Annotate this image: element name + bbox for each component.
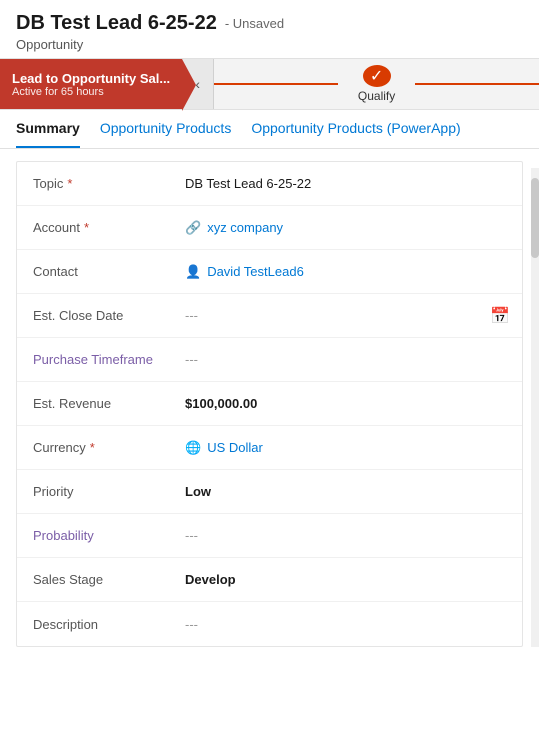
- account-label: Account*: [17, 216, 177, 239]
- table-row: Topic* DB Test Lead 6-25-22: [17, 162, 522, 206]
- topic-label: Topic*: [17, 172, 177, 195]
- topic-value[interactable]: DB Test Lead 6-25-22: [177, 172, 522, 195]
- process-bar: Lead to Opportunity Sal... Active for 65…: [0, 58, 539, 110]
- table-row: Est. Close Date --- 📅: [17, 294, 522, 338]
- priority-value[interactable]: Low: [177, 480, 522, 503]
- table-row: Account* 🔗 xyz company: [17, 206, 522, 250]
- calendar-icon[interactable]: 📅: [478, 302, 522, 330]
- sales-stage-value[interactable]: Develop: [177, 568, 522, 591]
- scrollbar[interactable]: [531, 168, 539, 647]
- description-value[interactable]: ---: [177, 613, 522, 636]
- process-spacer: [214, 59, 338, 109]
- page-title: DB Test Lead 6-25-22: [16, 12, 217, 35]
- purchase-timeframe-label: Purchase Timeframe: [17, 348, 177, 371]
- currency-icon: 🌐: [185, 440, 201, 456]
- table-row: Probability ---: [17, 514, 522, 558]
- page-subtitle: Opportunity: [16, 37, 523, 52]
- required-star: *: [67, 176, 72, 191]
- qualify-stage[interactable]: ✓ Qualify: [338, 59, 415, 109]
- table-row: Contact 👤 David TestLead6: [17, 250, 522, 294]
- tab-summary[interactable]: Summary: [16, 110, 80, 148]
- unsaved-badge: - Unsaved: [225, 16, 284, 31]
- required-star: *: [90, 440, 95, 455]
- process-line: [214, 83, 338, 85]
- table-row: Sales Stage Develop: [17, 558, 522, 602]
- est-close-date-value[interactable]: ---: [177, 304, 478, 327]
- table-row: Description ---: [17, 602, 522, 646]
- est-revenue-value[interactable]: $100,000.00: [177, 392, 522, 415]
- page-wrapper: DB Test Lead 6-25-22 - Unsaved Opportuni…: [0, 0, 539, 647]
- description-label: Description: [17, 613, 177, 636]
- sales-stage-label: Sales Stage: [17, 568, 177, 591]
- qualify-circle: ✓: [363, 65, 391, 87]
- active-stage: Lead to Opportunity Sal... Active for 65…: [0, 59, 182, 109]
- table-row: Purchase Timeframe ---: [17, 338, 522, 382]
- scrollbar-thumb[interactable]: [531, 178, 539, 258]
- page-header: DB Test Lead 6-25-22 - Unsaved Opportuni…: [0, 0, 539, 58]
- form-section: Topic* DB Test Lead 6-25-22 Account* 🔗 x…: [16, 161, 523, 647]
- probability-label: Probability: [17, 524, 177, 547]
- process-end-line: [415, 83, 539, 85]
- tab-opportunity-products[interactable]: Opportunity Products: [100, 110, 232, 148]
- form-container: Topic* DB Test Lead 6-25-22 Account* 🔗 x…: [0, 161, 539, 647]
- est-revenue-label: Est. Revenue: [17, 392, 177, 415]
- priority-label: Priority: [17, 480, 177, 503]
- est-close-date-label: Est. Close Date: [17, 304, 177, 327]
- table-row: Est. Revenue $100,000.00: [17, 382, 522, 426]
- contact-label: Contact: [17, 260, 177, 283]
- account-value[interactable]: 🔗 xyz company: [177, 216, 522, 240]
- currency-value[interactable]: 🌐 US Dollar: [177, 436, 522, 460]
- account-link-icon: 🔗: [185, 220, 201, 236]
- tabs-bar: Summary Opportunity Products Opportunity…: [0, 110, 539, 149]
- contact-value[interactable]: 👤 David TestLead6: [177, 260, 522, 284]
- active-stage-sub: Active for 65 hours: [12, 86, 170, 98]
- active-stage-name: Lead to Opportunity Sal...: [12, 71, 170, 86]
- probability-value[interactable]: ---: [177, 524, 522, 547]
- required-star: *: [84, 220, 89, 235]
- qualify-check-icon: ✓: [370, 66, 383, 86]
- currency-label: Currency*: [17, 436, 177, 459]
- contact-icon: 👤: [185, 264, 201, 280]
- table-row: Priority Low: [17, 470, 522, 514]
- table-row: Currency* 🌐 US Dollar: [17, 426, 522, 470]
- purchase-timeframe-value[interactable]: ---: [177, 348, 522, 371]
- qualify-label: Qualify: [358, 89, 395, 103]
- tab-opportunity-products-powerapp[interactable]: Opportunity Products (PowerApp): [251, 110, 460, 148]
